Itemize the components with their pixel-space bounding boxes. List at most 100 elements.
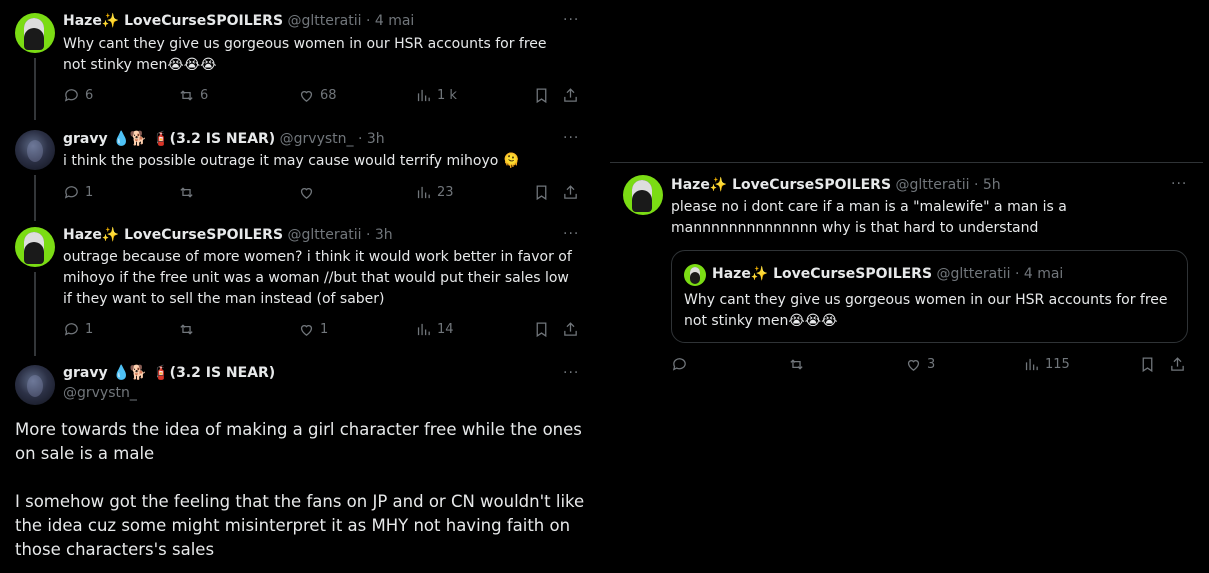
bookmark-button[interactable] bbox=[533, 321, 550, 338]
focused-tweet[interactable]: gravy 💧🐕 🧯(3.2 IS NEAR) @grvystn_ ··· Mo… bbox=[0, 357, 600, 573]
avatar[interactable] bbox=[15, 13, 55, 53]
bookmark-button[interactable] bbox=[533, 184, 550, 201]
share-button[interactable] bbox=[562, 87, 579, 104]
tweet-header: gravy 💧🐕 🧯(3.2 IS NEAR) @grvystn_ · 3h bbox=[63, 129, 385, 149]
like-button[interactable]: 1 bbox=[298, 321, 328, 338]
tweet-text: i think the possible outrage it may caus… bbox=[63, 153, 521, 169]
display-name[interactable]: Haze✨ LoveCurseSPOILERS bbox=[671, 177, 891, 193]
tweet[interactable]: Haze✨ LoveCurseSPOILERS @gltteratii · 3h… bbox=[0, 217, 600, 357]
share-button[interactable] bbox=[562, 321, 579, 338]
share-button[interactable] bbox=[562, 184, 579, 201]
tweet[interactable]: Haze✨ LoveCurseSPOILERS @gltteratii · 4 … bbox=[0, 0, 600, 120]
tweet-header: Haze✨ LoveCurseSPOILERS @gltteratii · 4 … bbox=[63, 11, 414, 31]
view-count: 1 k bbox=[437, 88, 457, 103]
share-icon bbox=[564, 88, 577, 102]
views-button[interactable]: 115 bbox=[1023, 356, 1070, 373]
bookmark-icon bbox=[536, 88, 547, 104]
quote-tweet-card[interactable]: Haze✨ LoveCurseSPOILERS @gltteratii · 5h… bbox=[610, 162, 1203, 402]
quoted-tweet-header: Haze✨ LoveCurseSPOILERS @gltteratii · 4 … bbox=[712, 264, 1063, 284]
reply-button[interactable]: 1 bbox=[63, 184, 93, 201]
share-button[interactable] bbox=[1169, 356, 1186, 373]
retweet-icon bbox=[180, 90, 193, 101]
tweet-actions: 1 1 14 bbox=[63, 321, 588, 341]
like-count: 68 bbox=[320, 88, 337, 103]
like-icon bbox=[300, 91, 313, 102]
more-options-button[interactable]: ··· bbox=[563, 365, 579, 381]
timestamp[interactable]: · 3h bbox=[366, 227, 393, 243]
tweet-text: please no i dont care if a man is a "mal… bbox=[671, 199, 1067, 236]
retweet-count: 6 bbox=[200, 88, 209, 103]
tweet[interactable]: gravy 💧🐕 🧯(3.2 IS NEAR) @grvystn_ · 3h ·… bbox=[0, 120, 600, 217]
reply-icon bbox=[64, 323, 78, 336]
timestamp[interactable]: · 5h bbox=[974, 177, 1001, 193]
reply-button[interactable]: 6 bbox=[63, 87, 93, 104]
reply-count: 1 bbox=[85, 185, 94, 200]
more-options-button[interactable]: ··· bbox=[563, 130, 579, 146]
tweet-header: Haze✨ LoveCurseSPOILERS @gltteratii · 3h bbox=[63, 225, 393, 245]
display-name[interactable]: gravy 💧🐕 🧯(3.2 IS NEAR) bbox=[63, 363, 275, 383]
view-count: 115 bbox=[1045, 357, 1070, 372]
reply-icon bbox=[672, 358, 686, 371]
quoted-tweet[interactable]: Haze✨ LoveCurseSPOILERS @gltteratii · 4 … bbox=[671, 250, 1188, 343]
reply-count: 6 bbox=[85, 88, 94, 103]
bookmark-button[interactable] bbox=[533, 87, 550, 104]
share-icon bbox=[564, 322, 577, 336]
like-icon bbox=[907, 360, 920, 371]
user-handle[interactable]: @grvystn_ bbox=[63, 383, 275, 403]
retweet-button[interactable]: 6 bbox=[178, 87, 208, 104]
retweet-icon bbox=[180, 187, 193, 198]
views-button[interactable]: 14 bbox=[415, 321, 454, 338]
more-options-button[interactable]: ··· bbox=[563, 226, 579, 242]
display-name[interactable]: gravy 💧🐕 🧯(3.2 IS NEAR) bbox=[63, 131, 275, 147]
view-count: 14 bbox=[437, 322, 454, 337]
like-icon bbox=[300, 325, 313, 336]
like-count: 1 bbox=[320, 322, 329, 337]
tweet-actions: 1 23 bbox=[63, 184, 588, 204]
timestamp[interactable]: · 4 mai bbox=[366, 13, 414, 29]
retweet-icon bbox=[790, 359, 803, 370]
views-icon bbox=[417, 323, 430, 336]
timestamp[interactable]: · 3h bbox=[358, 131, 385, 147]
tweet-header: Haze✨ LoveCurseSPOILERS @gltteratii · 5h bbox=[671, 175, 1001, 195]
share-icon bbox=[564, 185, 577, 199]
retweet-button[interactable] bbox=[178, 184, 200, 201]
user-handle[interactable]: @gltteratii bbox=[896, 177, 970, 193]
views-icon bbox=[1025, 358, 1038, 371]
display-name[interactable]: Haze✨ LoveCurseSPOILERS bbox=[63, 227, 283, 243]
tweet-actions: 6 6 68 1 k bbox=[63, 87, 588, 107]
tweet-text: More towards the idea of making a girl c… bbox=[15, 420, 585, 559]
display-name[interactable]: Haze✨ LoveCurseSPOILERS bbox=[63, 13, 283, 29]
avatar[interactable] bbox=[15, 365, 55, 405]
avatar[interactable] bbox=[623, 175, 663, 215]
avatar[interactable] bbox=[15, 227, 55, 267]
share-icon bbox=[1171, 357, 1184, 371]
more-options-button[interactable]: ··· bbox=[563, 12, 579, 28]
tweet-actions: 3 115 bbox=[671, 356, 1191, 376]
views-icon bbox=[417, 186, 430, 199]
bookmark-icon bbox=[1142, 357, 1153, 373]
user-handle[interactable]: @gltteratii bbox=[288, 13, 362, 29]
more-options-button[interactable]: ··· bbox=[1171, 176, 1187, 192]
quoted-avatar[interactable] bbox=[684, 264, 706, 286]
bookmark-button[interactable] bbox=[1139, 356, 1156, 373]
like-icon bbox=[300, 188, 313, 199]
like-button[interactable] bbox=[298, 184, 320, 201]
views-button[interactable]: 23 bbox=[415, 184, 454, 201]
conversation-thread: Haze✨ LoveCurseSPOILERS @gltteratii · 4 … bbox=[0, 0, 600, 573]
reply-button[interactable]: 1 bbox=[63, 321, 93, 338]
reply-button[interactable] bbox=[671, 356, 693, 373]
user-handle[interactable]: @gltteratii bbox=[288, 227, 362, 243]
avatar[interactable] bbox=[15, 130, 55, 170]
user-handle[interactable]: @grvystn_ bbox=[280, 131, 354, 147]
like-button[interactable]: 68 bbox=[298, 87, 337, 104]
retweet-button[interactable] bbox=[788, 356, 810, 373]
reply-count: 1 bbox=[85, 322, 94, 337]
like-button[interactable]: 3 bbox=[905, 356, 935, 373]
tweet-text: outrage because of more women? i think i… bbox=[63, 249, 572, 307]
tweet-header: gravy 💧🐕 🧯(3.2 IS NEAR) @grvystn_ bbox=[63, 363, 275, 403]
retweet-button[interactable] bbox=[178, 321, 200, 338]
view-count: 23 bbox=[437, 185, 454, 200]
quoted-timestamp: · 4 mai bbox=[1014, 266, 1064, 282]
views-button[interactable]: 1 k bbox=[415, 87, 457, 104]
views-icon bbox=[417, 89, 430, 102]
